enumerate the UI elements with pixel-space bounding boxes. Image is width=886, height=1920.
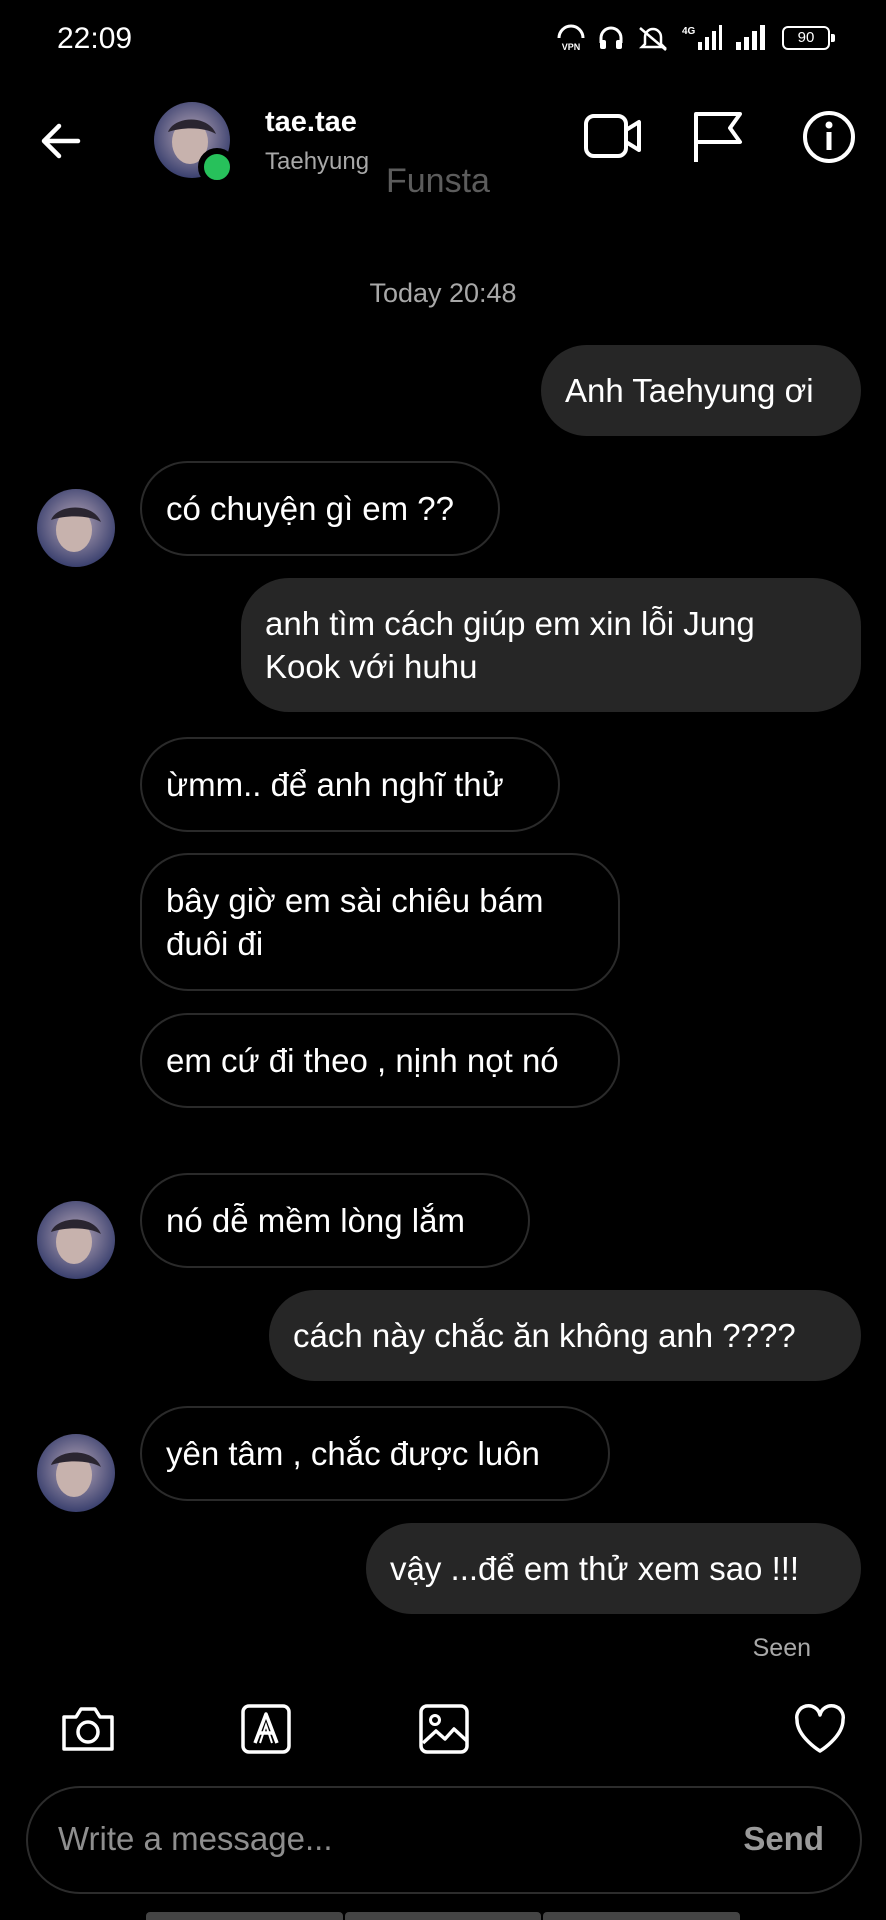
message-text: nó dễ mềm lòng lắm: [166, 1202, 465, 1239]
message-bubble-outgoing[interactable]: anh tìm cách giúp em xin lỗi Jung Kook v…: [241, 578, 861, 712]
svg-text:4G: 4G: [682, 26, 696, 37]
chat-username[interactable]: tae.tae: [265, 106, 357, 139]
message-text: vậy ...để em thử xem sao !!!: [390, 1550, 800, 1587]
avatar[interactable]: [37, 1201, 115, 1279]
status-bar: 22:09 VPN 4G 90: [0, 0, 886, 80]
text-style-icon[interactable]: [240, 1703, 292, 1755]
message-bubble-incoming[interactable]: ừmm.. để anh nghĩ thử: [140, 737, 560, 832]
message-bubble-incoming[interactable]: bây giờ em sài chiêu bám đuôi đi: [140, 853, 620, 991]
avatar[interactable]: [37, 1434, 115, 1512]
message-text: cách này chắc ăn không anh ????: [293, 1317, 796, 1354]
message-input[interactable]: Write a message...: [58, 1820, 333, 1858]
message-bubble-outgoing[interactable]: Anh Taehyung ơi: [541, 345, 861, 436]
status-icons: VPN 4G 90: [556, 24, 835, 52]
message-text: anh tìm cách giúp em xin lỗi Jung Kook v…: [265, 605, 755, 685]
chat-timestamp: Today 20:48: [369, 278, 517, 308]
send-button[interactable]: Send: [743, 1820, 824, 1858]
info-icon[interactable]: [800, 108, 858, 166]
camera-icon[interactable]: [60, 1703, 116, 1755]
heart-icon[interactable]: [792, 1703, 848, 1755]
avatar[interactable]: [37, 489, 115, 567]
battery-icon: 90: [782, 26, 835, 50]
online-status-dot: [198, 148, 236, 186]
signal-icon: [736, 25, 765, 50]
message-bubble-incoming[interactable]: em cứ đi theo , nịnh nọt nó: [140, 1013, 620, 1108]
message-bubble-outgoing[interactable]: cách này chắc ăn không anh ????: [269, 1290, 861, 1381]
message-bubble-incoming[interactable]: nó dễ mềm lòng lắm: [140, 1173, 530, 1268]
seen-indicator: Seen: [752, 1634, 811, 1662]
status-time: 22:09: [57, 22, 133, 55]
nav-segment[interactable]: [344, 1912, 542, 1920]
message-text: bây giờ em sài chiêu bám đuôi đi: [166, 882, 544, 962]
message-bubble-incoming[interactable]: có chuyện gì em ??: [140, 461, 500, 556]
mute-bell-icon: [638, 27, 668, 51]
flag-icon[interactable]: [690, 108, 748, 166]
nav-segment[interactable]: [146, 1912, 343, 1920]
headphones-icon: [599, 26, 623, 49]
message-bubble-incoming[interactable]: yên tâm , chắc được luôn: [140, 1406, 610, 1501]
watermark-text: Funsta: [386, 162, 490, 200]
message-text: yên tâm , chắc được luôn: [166, 1435, 540, 1472]
navigation-bar: [146, 1912, 741, 1920]
nav-segment[interactable]: [543, 1912, 741, 1920]
chat-header: tae.tae Taehyung Funsta: [0, 90, 886, 200]
video-camera-icon[interactable]: [582, 108, 644, 164]
svg-text:VPN: VPN: [562, 42, 581, 52]
signal-4g-icon: 4G: [682, 25, 722, 50]
message-text: em cứ đi theo , nịnh nọt nó: [166, 1042, 559, 1079]
message-composer: Write a message... Send: [26, 1786, 862, 1894]
message-bubble-outgoing[interactable]: vậy ...để em thử xem sao !!!: [366, 1523, 861, 1614]
chat-full-name: Taehyung: [265, 148, 370, 175]
vpn-icon: VPN: [557, 24, 585, 52]
message-text: có chuyện gì em ??: [166, 490, 455, 527]
message-text: Anh Taehyung ơi: [565, 372, 814, 409]
gallery-icon[interactable]: [418, 1703, 470, 1755]
message-text: ừmm.. để anh nghĩ thử: [166, 766, 504, 803]
arrow-left-icon[interactable]: [36, 116, 86, 166]
